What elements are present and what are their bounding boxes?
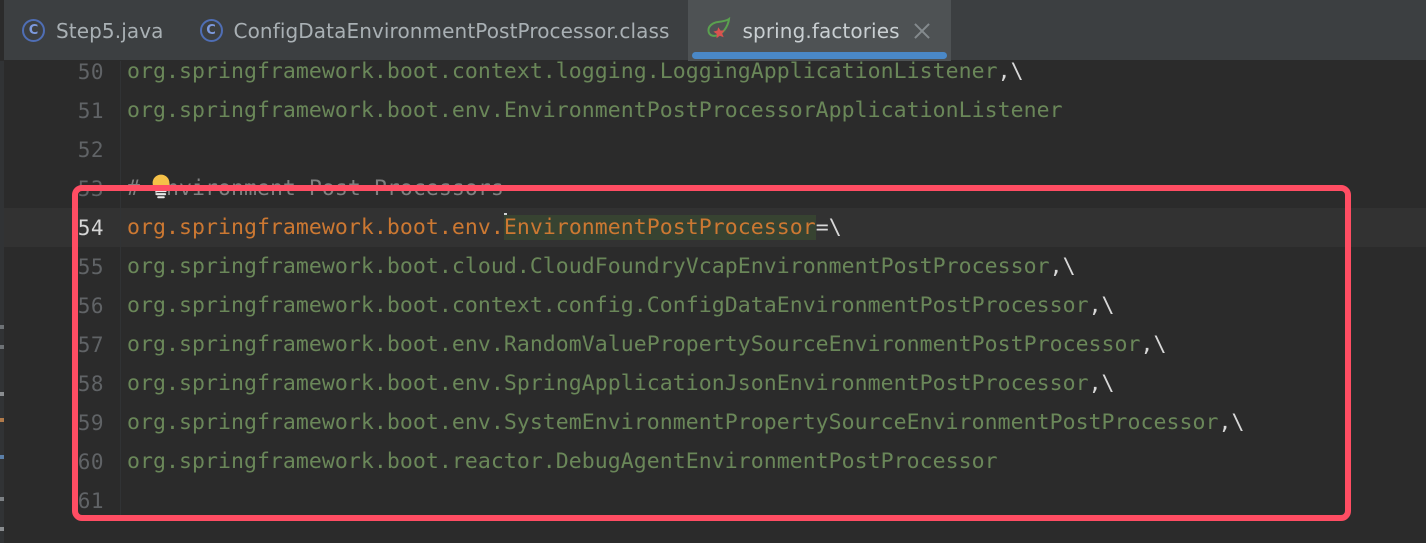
editor-tab-spring-factories[interactable]: spring.factories	[687, 0, 951, 61]
java-class-icon: C	[199, 19, 223, 42]
code-line-text[interactable]: org.springframework.boot.env.SpringAppli…	[120, 364, 1115, 403]
code-token: org.springframework.boot.env.SpringAppli…	[127, 371, 1089, 396]
code-token: =\	[815, 215, 842, 240]
line-number: 54	[77, 215, 104, 240]
code-token: ,\	[1049, 254, 1076, 279]
code-line-text[interactable]: org.springframework.boot.cloud.CloudFoun…	[120, 247, 1076, 286]
code-token: org.springframework.boot.env.Environment…	[127, 98, 1063, 123]
code-line-row[interactable]: 58 org.springframework.boot.env.SpringApp…	[4, 364, 1426, 403]
code-line-row[interactable]: 57 org.springframework.boot.env.RandomVal…	[4, 325, 1426, 364]
code-token: ,\	[1140, 332, 1167, 357]
code-editor[interactable]: 50 org.springframework.boot.context.loggi…	[4, 61, 1426, 543]
code-line-row[interactable]: 59 org.springframework.boot.env.SystemEnv…	[4, 403, 1426, 442]
code-rows: 50 org.springframework.boot.context.loggi…	[4, 61, 1426, 520]
code-token: org.springframework.boot.context.logging…	[127, 61, 998, 84]
line-number: 51	[77, 98, 104, 123]
line-number: 57	[77, 332, 104, 357]
code-line-text[interactable]: org.springframework.boot.reactor.DebugAg…	[120, 442, 998, 481]
code-line-text[interactable]: org.springframework.boot.context.config.…	[120, 286, 1115, 325]
code-line-row[interactable]: 51 org.springframework.boot.env.Environme…	[4, 91, 1426, 130]
code-token: org.springframework.boot.env.RandomValue…	[127, 332, 1141, 357]
code-token: ,\	[1218, 410, 1245, 435]
editor-tab-label: Step5.java	[56, 18, 164, 43]
close-icon[interactable]	[911, 20, 933, 42]
editor-tab-label: ConfigDataEnvironmentPostProcessor.class	[233, 18, 670, 43]
tab-container: C Step5.java C ConfigDataEnvironmentPostPro…	[4, 0, 951, 61]
ide-editor-window: C Step5.java C ConfigDataEnvironmentPostPro…	[0, 0, 1426, 543]
gutter-separator	[120, 130, 121, 169]
java-class-icon: C	[22, 19, 45, 42]
code-token: org.springframework.boot.env.SystemEnvir…	[127, 410, 1219, 435]
code-token: EnvironmentPostProcessor	[503, 215, 816, 240]
active-tab-underline	[691, 52, 947, 59]
line-number: 53	[77, 176, 104, 201]
code-token: org.springframework.boot.cloud.CloudFoun…	[127, 254, 1050, 279]
line-number: 58	[77, 371, 104, 396]
editor-tab-label: spring.factories	[742, 18, 900, 43]
line-number: 56	[77, 293, 104, 318]
line-number: 55	[77, 254, 104, 279]
code-line-text[interactable]: org.springframework.boot.env.RandomValue…	[120, 325, 1167, 364]
editor-tab-configdataenvironmentpostprocessor-class[interactable]: C ConfigDataEnvironmentPostProcessor.clas…	[182, 0, 688, 61]
code-token: Environment Post Processors	[140, 176, 504, 201]
editor-tab-bar: C Step5.java C ConfigDataEnvironmentPostPro…	[0, 0, 1426, 61]
code-token: org.springframework.boot.reactor.DebugAg…	[127, 449, 998, 474]
code-line-row[interactable]: 53 # Environment Post Processors	[4, 169, 1426, 208]
code-line-row[interactable]: 56 org.springframework.boot.context.confi…	[4, 286, 1426, 325]
code-token: ,\	[997, 61, 1024, 84]
code-line-row[interactable]: 50 org.springframework.boot.context.loggi…	[4, 61, 1426, 91]
line-number: 60	[77, 449, 104, 474]
code-line-row[interactable]: 55 org.springframework.boot.cloud.CloudFo…	[4, 247, 1426, 286]
code-token: ,\	[1088, 293, 1115, 318]
code-line-text[interactable]: org.springframework.boot.env.SystemEnvir…	[120, 403, 1245, 442]
code-token: org.springframework.boot.env.	[127, 215, 504, 240]
code-line-row[interactable]: 52	[4, 130, 1426, 169]
code-line-row[interactable]: 61	[4, 481, 1426, 520]
code-line-row[interactable]: 60 org.springframework.boot.reactor.Debug…	[4, 442, 1426, 481]
editor-tab-step5-java[interactable]: C Step5.java	[4, 0, 182, 61]
code-token: org.springframework.boot.context.config.…	[127, 293, 1089, 318]
code-line-text[interactable]: org.springframework.boot.env.Environment…	[120, 91, 1063, 130]
spring-leaf-icon	[706, 16, 732, 45]
line-number: 52	[77, 137, 104, 162]
code-token: ,\	[1088, 371, 1115, 396]
gutter-separator	[120, 481, 121, 520]
code-token: #	[127, 176, 140, 201]
code-line-row[interactable]: 54 org.springframework.boot.env.Environme…	[4, 208, 1426, 247]
code-line-text[interactable]: org.springframework.boot.env.Environment…	[120, 208, 842, 247]
line-number: 61	[77, 488, 104, 513]
line-number: 59	[77, 410, 104, 435]
code-line-text[interactable]: # Environment Post Processors	[120, 169, 504, 208]
line-number: 50	[77, 61, 104, 84]
code-line-text[interactable]: org.springframework.boot.context.logging…	[120, 61, 1024, 91]
